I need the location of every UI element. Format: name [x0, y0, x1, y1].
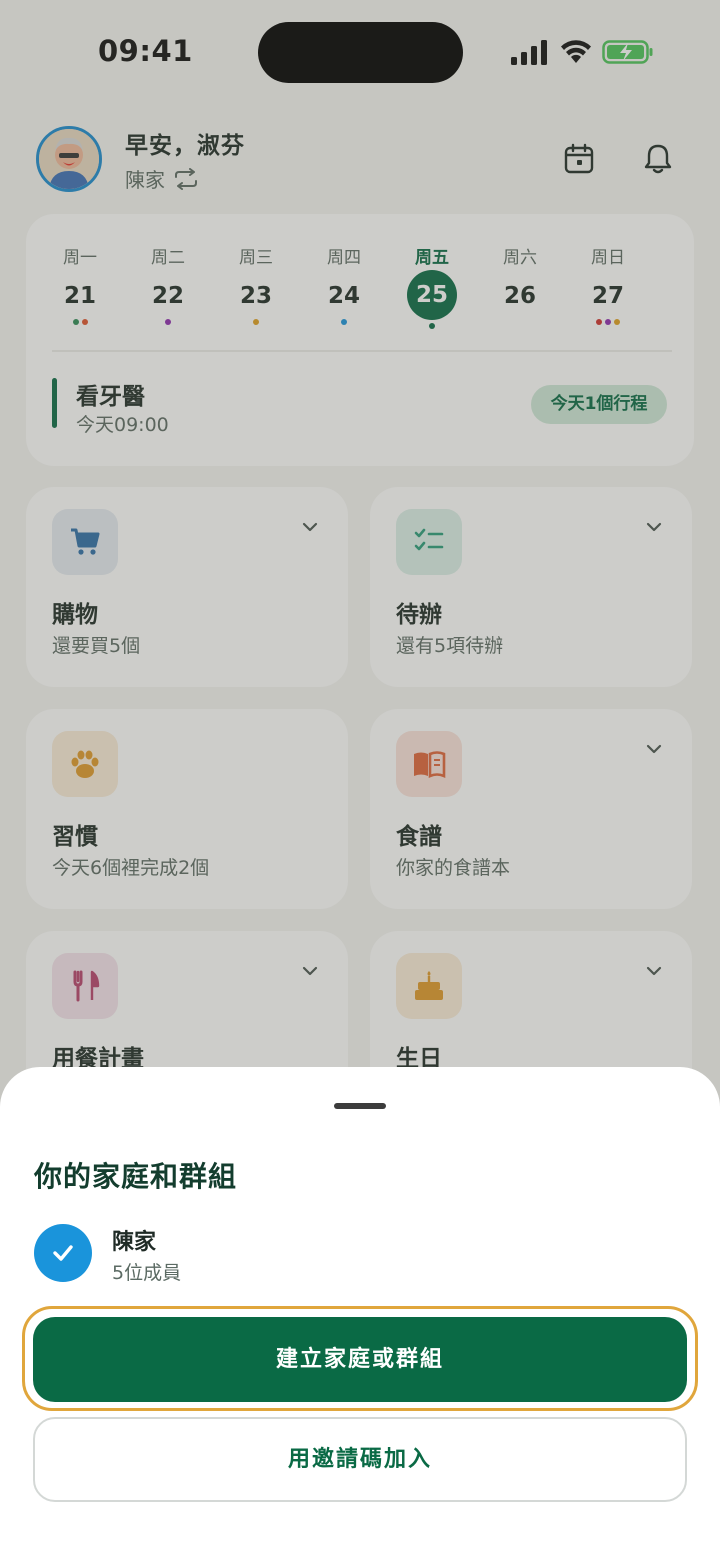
group-item[interactable]: 陳家 5位成員 — [34, 1219, 694, 1289]
check-icon — [53, 1245, 73, 1261]
selected-check — [34, 1224, 92, 1282]
bottom-sheet: 你的家庭和群組 陳家 5位成員 建立家庭或群組 用邀請碼加入 — [0, 1067, 720, 1564]
sheet-title: 你的家庭和群組 — [34, 1160, 238, 1193]
group-name: 陳家 — [112, 1230, 157, 1255]
join-with-code-button[interactable]: 用邀請碼加入 — [33, 1417, 687, 1502]
sheet-grabber[interactable] — [334, 1103, 386, 1109]
group-members: 5位成員 — [112, 1262, 182, 1284]
create-group-button[interactable]: 建立家庭或群組 — [33, 1317, 687, 1402]
